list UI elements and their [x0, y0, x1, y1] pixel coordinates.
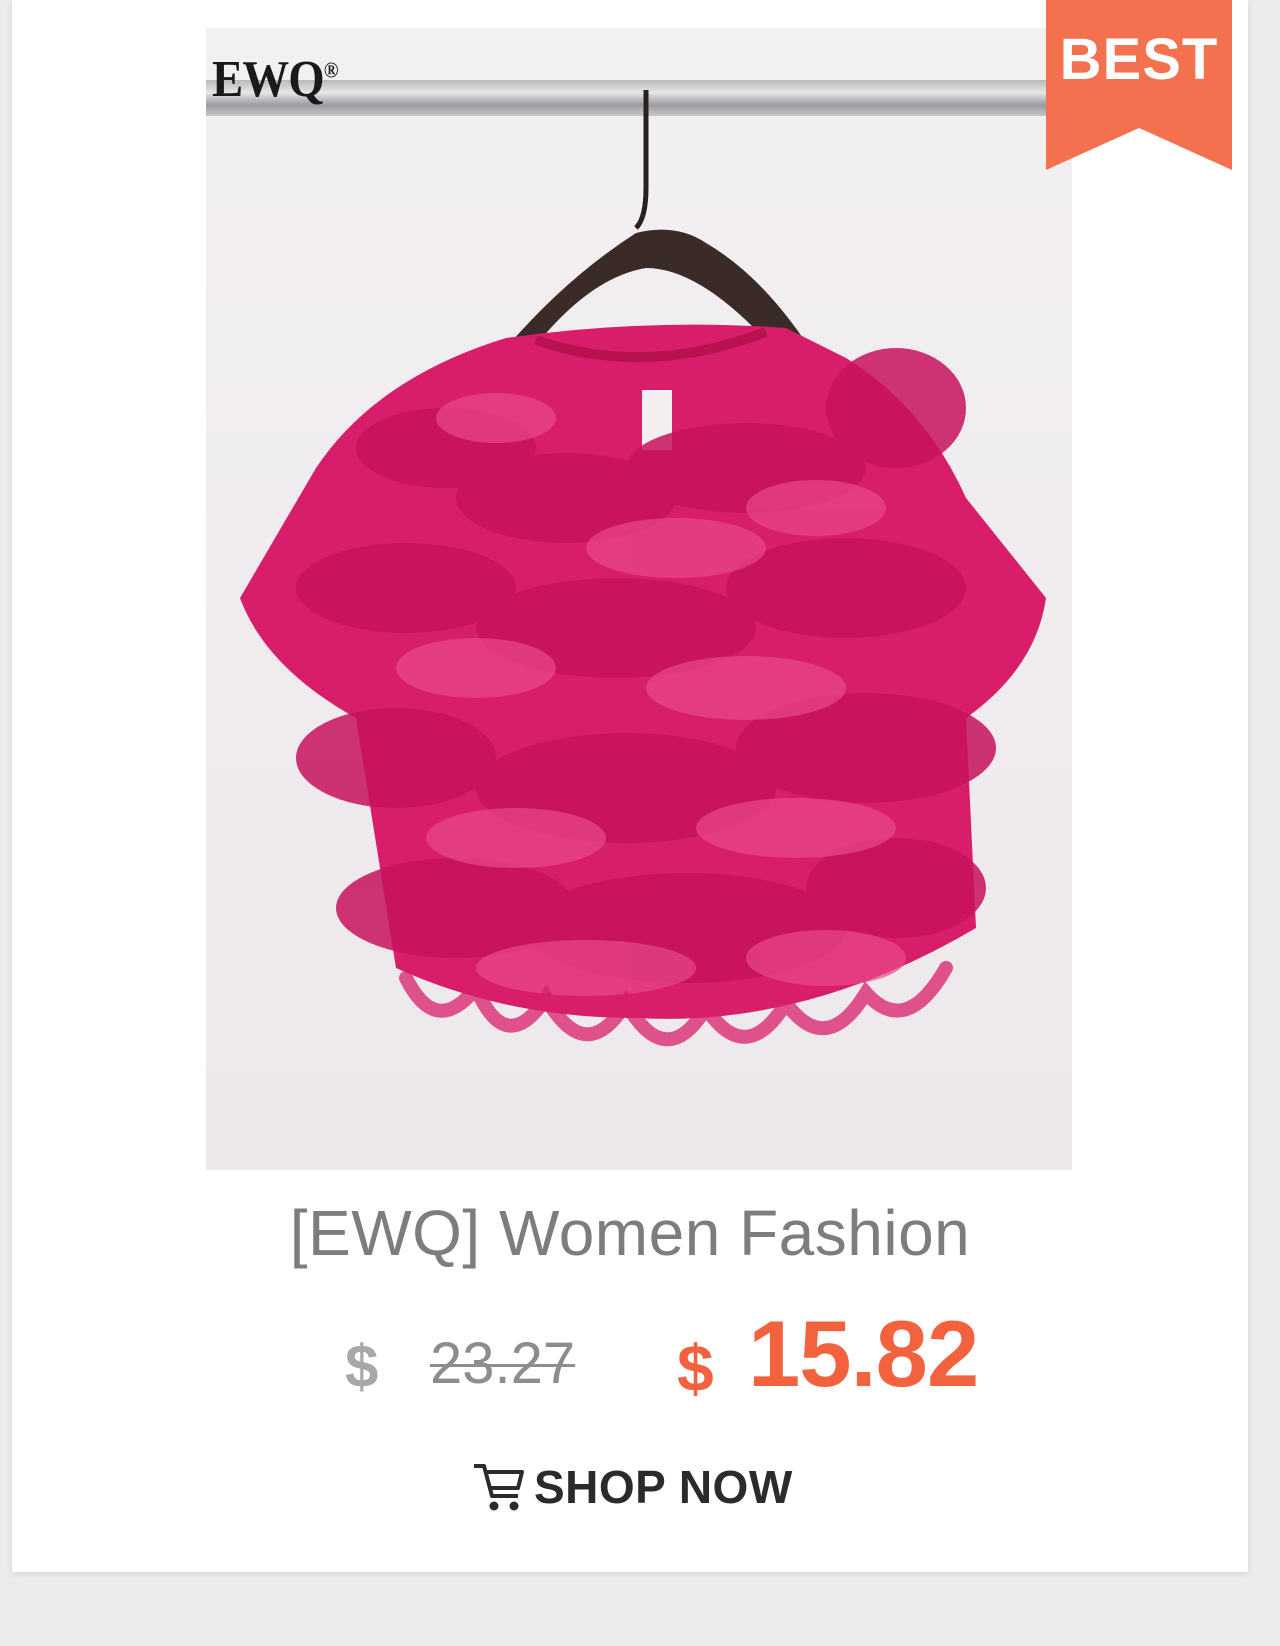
shop-now-button[interactable]: SHOP NOW — [470, 1452, 793, 1522]
old-price: 23.27 — [430, 1331, 576, 1396]
old-price-currency: $ — [345, 1333, 379, 1400]
product-title[interactable]: [EWQ] Women Fashion — [12, 1196, 1248, 1270]
shop-now-label: SHOP NOW — [534, 1461, 793, 1513]
cart-icon — [474, 1464, 524, 1511]
product-card[interactable]: EWQ® BEST [EWQ] Women Fashion $ 23.27 $ … — [12, 0, 1248, 1572]
hanger-hook — [634, 90, 649, 230]
price-row: $ 23.27 $ 15.82 — [12, 1300, 1248, 1410]
sale-price: 15.82 — [748, 1301, 979, 1406]
best-badge: BEST — [1046, 0, 1232, 170]
badge-label: BEST — [1059, 27, 1219, 92]
product-image[interactable]: EWQ® — [206, 28, 1072, 1170]
sale-price-currency: $ — [677, 1331, 714, 1405]
page: EWQ® BEST [EWQ] Women Fashion $ 23.27 $ … — [0, 0, 1280, 1646]
ruffled-top-illustration — [240, 90, 1046, 1047]
